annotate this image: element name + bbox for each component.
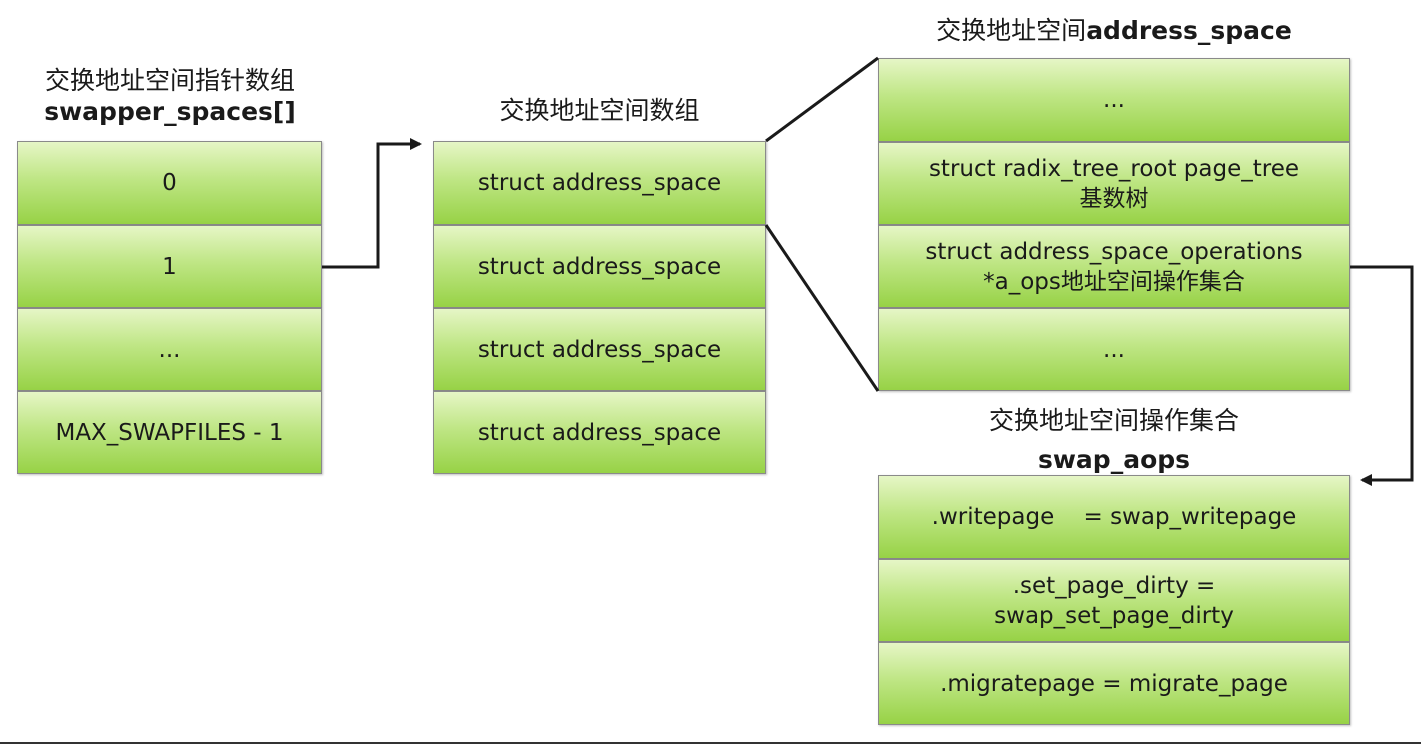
aops-to-swap-aops-arrow [1350,265,1414,486]
expand-top-line [765,56,879,143]
pointer-to-space-array-arrow [322,138,422,269]
bottom-rule [0,742,1421,744]
expand-bottom-line [764,224,880,392]
connector-layer [322,56,1414,486]
